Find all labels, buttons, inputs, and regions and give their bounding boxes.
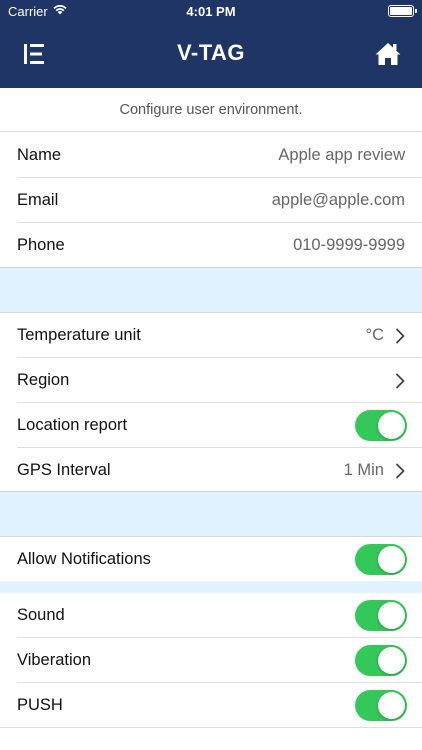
row-label: Region [17,371,70,389]
section-spacer [0,491,422,537]
settings-row-location-report: Location report [0,403,422,448]
row-label: Phone [17,236,65,254]
chevron-right-icon [396,463,405,479]
settings-row-sound: Sound [0,593,422,638]
home-icon[interactable] [374,40,402,68]
page-title: V-TAG [176,40,246,65]
settings-row-region[interactable]: Region [0,358,422,403]
row-value: Apple app review [278,146,405,164]
settings-row-allow-notifications: Allow Notifications [0,537,422,582]
status-time: 4:01 PM [186,4,236,19]
section-spacer [0,581,422,593]
row-label: Name [17,146,62,164]
row-label: Email [17,191,59,209]
row-label: Viberation [17,651,92,669]
sound-toggle[interactable] [355,600,407,631]
settings-row-push: PUSH [0,683,422,728]
chevron-right-icon [396,328,405,344]
nav-header: Carrier 4:01 PM V-TAG [0,0,422,88]
settings-row-gps-interval[interactable]: GPS Interval 1 Min [0,448,422,493]
row-value: 010-9999-9999 [293,236,405,254]
status-bar: Carrier 4:01 PM [0,0,422,22]
battery-icon [388,5,417,17]
row-value: apple@apple.com [271,191,405,209]
section-spacer [0,267,422,313]
row-label: PUSH [17,696,63,714]
profile-row-name[interactable]: Name Apple app review [0,133,422,178]
row-label: Sound [17,606,65,624]
settings-row-temperature-unit[interactable]: Temperature unit °C [0,313,422,358]
allow-notifications-toggle[interactable] [355,544,407,575]
chevron-right-icon [396,373,405,389]
settings-row-viberation: Viberation [0,638,422,683]
viberation-toggle[interactable] [355,645,407,676]
profile-row-email[interactable]: Email apple@apple.com [0,178,422,223]
row-value: °C [365,326,384,344]
row-label: Location report [17,416,128,434]
location-report-toggle[interactable] [355,410,407,441]
row-value: 1 Min [343,461,384,479]
settings-caption: Configure user environment. [0,88,422,132]
row-label: Allow Notifications [17,550,151,568]
row-label: Temperature unit [17,326,141,344]
row-label: GPS Interval [17,461,111,479]
divider [0,727,422,728]
push-toggle[interactable] [355,690,407,721]
profile-row-phone[interactable]: Phone 010-9999-9999 [0,223,422,268]
